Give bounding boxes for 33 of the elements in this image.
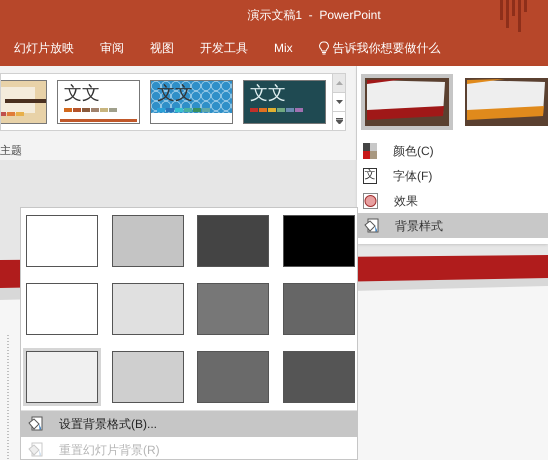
menu-item-label: 字体(F) [393, 168, 432, 184]
menu-item-label: 背景样式 [395, 218, 443, 234]
ribbon-tab[interactable]: Mix [274, 39, 293, 57]
paint-bucket-icon [27, 416, 43, 432]
menu-item[interactable]: 设置背景格式(B)... [21, 411, 357, 437]
expand-icon [336, 118, 342, 124]
decoration-drawing [500, 0, 530, 32]
ribbon-tab[interactable]: 开发工具 [200, 39, 248, 57]
paint-bucket-icon [363, 218, 379, 234]
theme-sample-text: 文文 [64, 84, 101, 104]
group-label: 主题 [0, 144, 23, 159]
menu-item[interactable]: 颜色(C) [357, 138, 548, 163]
tell-me-field[interactable]: 告诉我你想要做什么 [318, 39, 473, 57]
menu-item-label: 颜色(C) [393, 142, 434, 160]
menu-item[interactable]: 效果 [357, 188, 548, 213]
lightbulb-icon [318, 41, 329, 55]
theme-sample-text: 文文 [250, 84, 287, 104]
color-scheme-icon [363, 142, 377, 158]
down-arrow-icon [336, 100, 342, 104]
window-title: 演示文稿1 - PowerPoint [247, 7, 381, 24]
ribbon-tab[interactable]: 视图 [150, 39, 174, 57]
menu-item-label: 设置背景格式(B)... [59, 416, 157, 433]
theme-thumbnail[interactable]: 文文 [57, 80, 140, 124]
menu-item[interactable]: 文 字体(F) [357, 163, 548, 188]
up-arrow-icon [336, 81, 342, 85]
theme-thumbnail[interactable]: 文文 [243, 80, 326, 124]
ribbon-tab[interactable]: 幻灯片放映 [14, 39, 74, 57]
menu-item[interactable]: 背景样式 [357, 213, 548, 238]
circle-icon [363, 192, 378, 208]
ribbon-tab[interactable]: 审阅 [100, 39, 124, 57]
menu-item-label: 重置幻灯片背景(R) [59, 442, 160, 459]
menu-item-label: 效果 [394, 192, 418, 210]
font-icon: 文 [363, 168, 377, 184]
